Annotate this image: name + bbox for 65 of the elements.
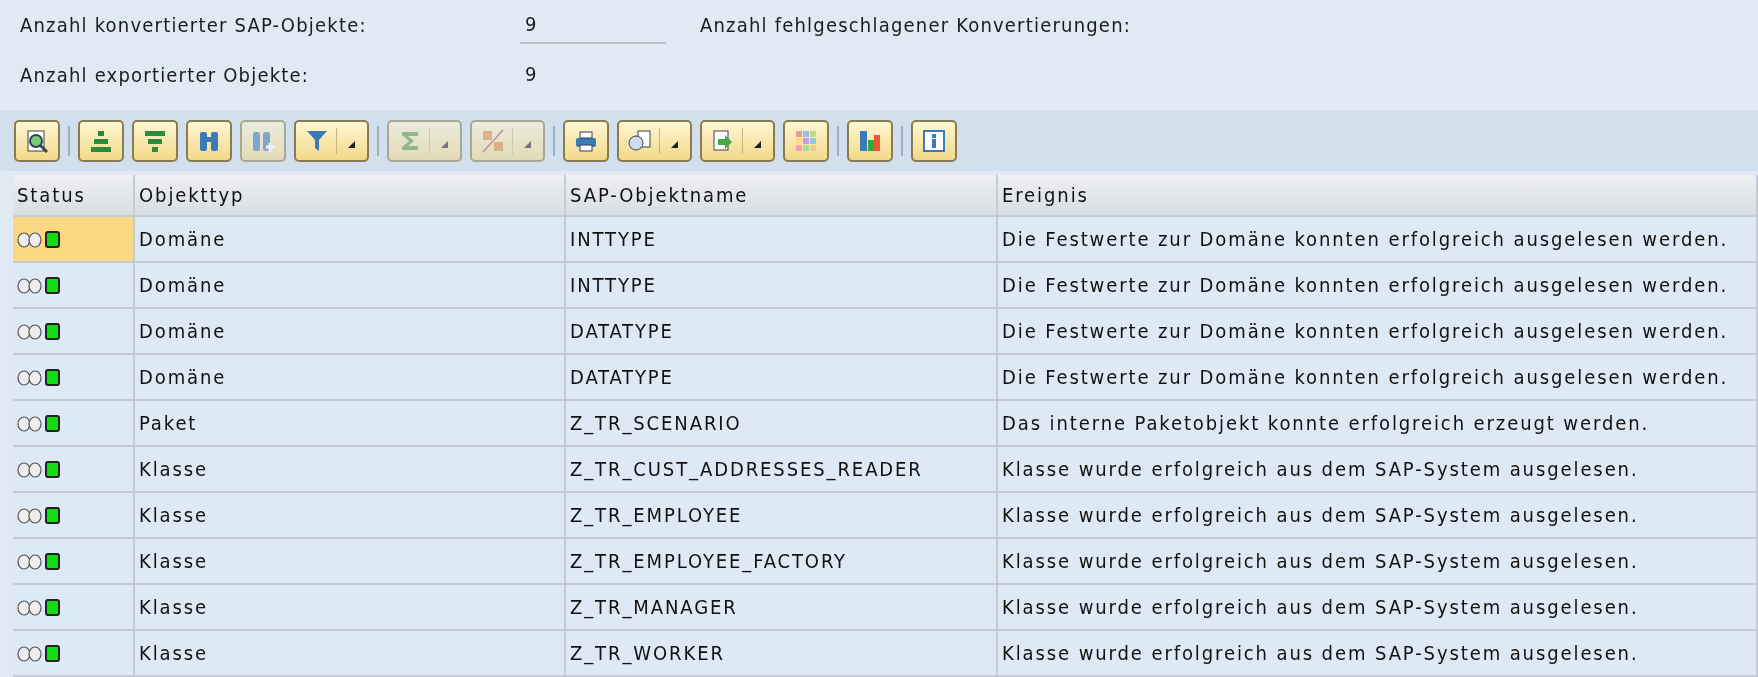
table-cell: Klasse bbox=[135, 447, 566, 493]
status-cell[interactable] bbox=[13, 355, 135, 401]
traffic-light-icon bbox=[17, 366, 61, 388]
traffic-light-icon bbox=[17, 596, 61, 618]
status-cell[interactable] bbox=[13, 217, 135, 263]
column-header[interactable]: Objekttyp bbox=[135, 175, 566, 217]
column-header[interactable]: SAP-Objektname bbox=[566, 175, 998, 217]
status-cell[interactable] bbox=[13, 263, 135, 309]
table-cell: INTTYPE bbox=[566, 263, 998, 309]
toolbar-button[interactable] bbox=[14, 119, 60, 162]
toolbar-button[interactable] bbox=[911, 119, 957, 162]
traffic-light-icon bbox=[17, 504, 61, 526]
traffic-light-icon bbox=[17, 642, 61, 664]
table-cell: Klasse bbox=[135, 493, 566, 539]
status-cell[interactable] bbox=[13, 401, 135, 447]
summary-label: Anzahl fehlgeschlagener Konvertierungen: bbox=[700, 13, 1132, 37]
traffic-light-icon bbox=[17, 274, 61, 296]
status-cell[interactable] bbox=[13, 631, 135, 677]
table-cell: Klasse bbox=[135, 585, 566, 631]
table-cell: Klasse wurde erfolgreich aus dem SAP-System ausgelesen. bbox=[998, 631, 1758, 677]
table-cell: Domäne bbox=[135, 355, 566, 401]
traffic-light-icon bbox=[17, 320, 61, 342]
count-field[interactable]: 9 bbox=[520, 6, 667, 44]
table-cell: Domäne bbox=[135, 217, 566, 263]
table-cell: Die Festwerte zur Domäne konnten erfolgreich ausgelesen werden. bbox=[998, 309, 1758, 355]
table-cell: Klasse wurde erfolgreich aus dem SAP-System ausgelesen. bbox=[998, 447, 1758, 493]
summary-label: Anzahl exportierter Objekte: bbox=[20, 63, 310, 87]
table-cell: Klasse wurde erfolgreich aus dem SAP-System ausgelesen. bbox=[998, 585, 1758, 631]
table-cell: Klasse bbox=[135, 631, 566, 677]
table-cell: Die Festwerte zur Domäne konnten erfolgreich ausgelesen werden. bbox=[998, 355, 1758, 401]
table-cell: Klasse bbox=[135, 539, 566, 585]
status-cell[interactable] bbox=[13, 493, 135, 539]
count-value: 9 bbox=[524, 61, 538, 88]
table-cell: Z_TR_SCENARIO bbox=[566, 401, 998, 447]
column-header[interactable]: Ereignis bbox=[998, 175, 1758, 217]
table-cell: Klasse wurde erfolgreich aus dem SAP-System ausgelesen. bbox=[998, 493, 1758, 539]
table-cell: Paket bbox=[135, 401, 566, 447]
toolbar-button[interactable] bbox=[563, 119, 609, 162]
table-cell: Die Festwerte zur Domäne konnten erfolgreich ausgelesen werden. bbox=[998, 263, 1758, 309]
column-header[interactable]: Status bbox=[13, 175, 135, 217]
table-cell: Z_TR_WORKER bbox=[566, 631, 998, 677]
table-cell: Die Festwerte zur Domäne konnten erfolgreich ausgelesen werden. bbox=[998, 217, 1758, 263]
subtotals-icon bbox=[480, 127, 506, 154]
status-cell[interactable] bbox=[13, 539, 135, 585]
traffic-light-icon bbox=[17, 228, 61, 250]
table-cell: INTTYPE bbox=[566, 217, 998, 263]
table-cell: Z_TR_CUST_ADDRESSES_READER bbox=[566, 447, 998, 493]
traffic-light-icon bbox=[17, 550, 61, 572]
status-cell[interactable] bbox=[13, 447, 135, 493]
table-cell: Z_TR_MANAGER bbox=[566, 585, 998, 631]
table-cell: Z_TR_EMPLOYEE_FACTORY bbox=[566, 539, 998, 585]
details-icon bbox=[24, 127, 50, 154]
info-icon bbox=[921, 127, 947, 154]
summary-label: Anzahl konvertierter SAP-Objekte: bbox=[20, 13, 367, 37]
table-cell: Klasse wurde erfolgreich aus dem SAP-System ausgelesen. bbox=[998, 539, 1758, 585]
table-cell: DATATYPE bbox=[566, 309, 998, 355]
table-cell: Domäne bbox=[135, 309, 566, 355]
table-cell: Domäne bbox=[135, 263, 566, 309]
table-cell: Z_TR_EMPLOYEE bbox=[566, 493, 998, 539]
table-cell: DATATYPE bbox=[566, 355, 998, 401]
table-cell: Das interne Paketobjekt konnte erfolgreich erzeugt werden. bbox=[998, 401, 1758, 447]
status-cell[interactable] bbox=[13, 309, 135, 355]
status-cell[interactable] bbox=[13, 585, 135, 631]
traffic-light-icon bbox=[17, 458, 61, 480]
traffic-light-icon bbox=[17, 412, 61, 434]
